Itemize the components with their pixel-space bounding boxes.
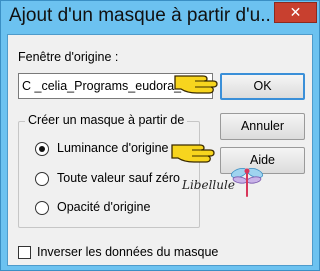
radio-luminance-label[interactable]: Luminance d'origine xyxy=(57,141,169,155)
invert-label[interactable]: Inverser les données du masque xyxy=(37,245,218,259)
radio-opacity-label[interactable]: Opacité d'origine xyxy=(57,200,150,214)
ok-button[interactable]: OK xyxy=(220,73,305,100)
pointing-hand-icon xyxy=(171,144,215,163)
close-button[interactable]: ✕ xyxy=(274,2,317,23)
cancel-button[interactable]: Annuler xyxy=(220,113,305,140)
source-label: Fenêtre d'origine : xyxy=(18,50,119,64)
signature-watermark: Libellule xyxy=(182,178,235,192)
close-icon: ✕ xyxy=(289,4,302,20)
dialog-window: Ajout d'un masque à partir d'u... ✕ Fenê… xyxy=(0,0,320,271)
radio-nonzero[interactable] xyxy=(35,172,49,186)
radio-luminance[interactable] xyxy=(35,142,49,156)
radio-nonzero-label[interactable]: Toute valeur sauf zéro xyxy=(57,171,180,185)
group-legend: Créer un masque à partir de xyxy=(25,113,188,127)
radio-selected-dot xyxy=(39,146,45,152)
dialog-body: Fenêtre d'origine : C _celia_Programs_eu… xyxy=(7,34,313,266)
title-bar[interactable]: Ajout d'un masque à partir d'u... ✕ xyxy=(1,1,319,34)
radio-opacity[interactable] xyxy=(35,201,49,215)
invert-checkbox[interactable] xyxy=(18,246,31,259)
window-title: Ajout d'un masque à partir d'u... xyxy=(9,5,271,26)
pointing-hand-icon xyxy=(174,75,218,94)
dragonfly-icon xyxy=(230,167,264,197)
